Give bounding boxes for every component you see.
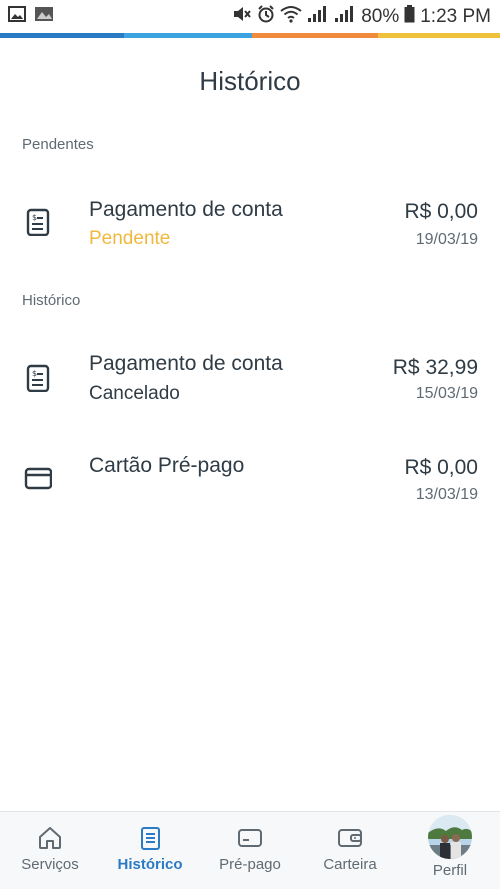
page-title: Histórico	[199, 66, 301, 96]
signal-icon	[307, 5, 329, 29]
clock: 1:23 PM	[420, 6, 491, 27]
list-item[interactable]: $ Pagamento de conta Cancelado R$ 32,99 …	[0, 338, 500, 418]
svg-text:$: $	[32, 369, 37, 378]
item-amount: R$ 0,00	[404, 456, 478, 479]
nav-item-pre-pago[interactable]: Pré-pago	[200, 812, 300, 889]
nav-label: Carteira	[323, 856, 377, 873]
image-notification-icon	[34, 6, 54, 27]
bill-icon: $	[24, 364, 52, 393]
nav-item-historico[interactable]: Histórico	[100, 812, 200, 889]
stripe-segment	[124, 33, 252, 38]
item-amount: R$ 32,99	[392, 356, 478, 379]
status-bar: 80% 1:23 PM	[0, 0, 500, 33]
avatar	[428, 815, 472, 859]
section-label-pending: Pendentes	[22, 136, 94, 153]
wallet-icon	[338, 826, 362, 850]
list-item[interactable]: Cartão Pré-pago R$ 0,00 13/03/19	[0, 444, 500, 524]
card-icon	[238, 826, 262, 850]
stripe-segment	[0, 33, 124, 38]
alarm-icon	[257, 5, 275, 29]
nav-label: Histórico	[117, 856, 183, 873]
item-name: Pagamento de conta	[89, 352, 283, 375]
home-icon	[38, 826, 62, 850]
signal-icon-2	[334, 5, 356, 29]
item-date: 13/03/19	[415, 486, 478, 503]
bottom-navigation: Serviços Histórico Pré-pago Carteira Per…	[0, 811, 500, 889]
item-status: Cancelado	[89, 383, 180, 404]
nav-label: Perfil	[432, 862, 468, 879]
wifi-icon	[280, 5, 302, 29]
nav-label: Pré-pago	[219, 856, 281, 873]
list-item[interactable]: $ Pagamento de conta Pendente R$ 0,00 19…	[0, 182, 500, 262]
section-label-history: Histórico	[22, 292, 81, 309]
nav-item-carteira[interactable]: Carteira	[300, 812, 400, 889]
nav-item-servicos[interactable]: Serviços	[0, 812, 100, 889]
battery-icon	[404, 5, 415, 29]
mute-icon	[232, 5, 252, 29]
item-status: Pendente	[89, 228, 171, 249]
item-amount: R$ 0,00	[404, 200, 478, 223]
stripe-segment	[378, 33, 500, 38]
nav-item-perfil[interactable]: Perfil	[400, 812, 500, 889]
item-name: Pagamento de conta	[89, 198, 283, 221]
receipt-icon	[138, 826, 162, 850]
item-name: Cartão Pré-pago	[89, 454, 245, 477]
battery-percent: 80%	[361, 6, 400, 27]
item-date: 15/03/19	[415, 385, 478, 402]
bill-icon: $	[24, 208, 52, 237]
card-icon	[24, 464, 53, 492]
item-date: 19/03/19	[415, 231, 478, 248]
svg-text:$: $	[32, 213, 37, 222]
brand-stripe	[0, 33, 500, 38]
nav-label: Serviços	[21, 856, 79, 873]
stripe-segment	[252, 33, 378, 38]
gallery-notification-icon	[8, 6, 26, 27]
